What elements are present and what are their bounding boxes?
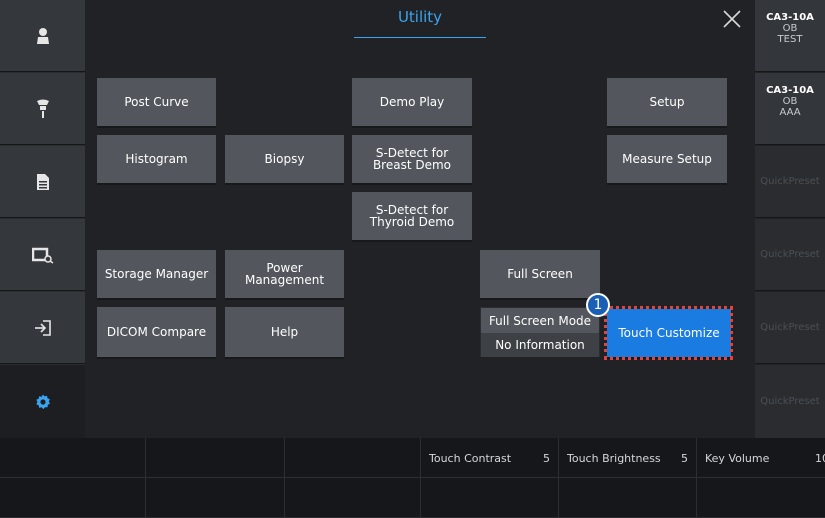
title-underline [354, 37, 486, 38]
sidebar-item-review[interactable] [0, 219, 85, 291]
utility-panel: Utility Post Curve Demo Play Setup Histo… [85, 0, 755, 438]
preset-probe: CA3-10A [766, 12, 814, 23]
sidebar-item-report[interactable] [0, 146, 85, 218]
post-curve-button[interactable]: Post Curve [97, 78, 216, 126]
preset-item[interactable]: CA3-10A OB AAA [755, 73, 825, 145]
soft-key[interactable] [421, 478, 559, 518]
quick-preset-slot[interactable]: QuickPreset [755, 146, 825, 218]
page-title: Utility [397, 8, 443, 26]
sidebar-item-patient[interactable] [0, 0, 85, 72]
full-screen-mode-value: No Information [481, 333, 599, 357]
review-icon [31, 247, 53, 264]
s-detect-breast-demo-button[interactable]: S-Detect for Breast Demo [352, 135, 472, 183]
soft-key[interactable] [285, 478, 421, 518]
touch-brightness-label: Touch Brightness [567, 452, 661, 465]
dicom-compare-button[interactable]: DICOM Compare [97, 307, 216, 357]
touch-brightness-control[interactable]: Touch Brightness 5 [559, 438, 697, 478]
soft-key[interactable] [0, 438, 146, 478]
touch-contrast-label: Touch Contrast [429, 452, 512, 465]
quick-preset-slot[interactable]: QuickPreset [755, 219, 825, 291]
preset-application: OB [782, 96, 798, 107]
quick-preset-slot[interactable]: QuickPreset [755, 365, 825, 438]
preset-name: AAA [779, 107, 801, 118]
setup-button[interactable]: Setup [607, 78, 727, 126]
step-badge: 1 [586, 293, 610, 317]
biopsy-button[interactable]: Biopsy [225, 135, 344, 183]
preset-name: TEST [777, 34, 803, 45]
preset-item[interactable]: CA3-10A OB TEST [755, 0, 825, 72]
soft-key[interactable] [697, 478, 825, 518]
key-volume-value: 10 [815, 452, 825, 465]
touch-brightness-value: 5 [681, 452, 688, 465]
s-detect-thyroid-demo-button[interactable]: S-Detect for Thyroid Demo [352, 192, 472, 240]
sidebar-item-exit[interactable] [0, 292, 85, 364]
measure-setup-button[interactable]: Measure Setup [607, 135, 727, 183]
touch-contrast-value: 5 [543, 452, 550, 465]
settings-icon [35, 394, 50, 409]
soft-key[interactable] [146, 438, 285, 478]
help-button[interactable]: Help [225, 307, 344, 357]
soft-key[interactable] [559, 478, 697, 518]
preset-probe: CA3-10A [766, 85, 814, 96]
close-icon[interactable] [721, 8, 743, 30]
quick-preset-column: CA3-10A OB TEST CA3-10A OB AAA QuickPres… [755, 0, 825, 438]
histogram-button[interactable]: Histogram [97, 135, 216, 183]
patient-icon [36, 27, 49, 44]
touch-contrast-control[interactable]: Touch Contrast 5 [421, 438, 559, 478]
storage-manager-button[interactable]: Storage Manager [97, 250, 216, 298]
full-screen-mode-control[interactable]: Full Screen Mode No Information [480, 307, 600, 357]
preset-application: OB [782, 23, 798, 34]
exit-icon [34, 319, 51, 336]
quick-preset-slot[interactable]: QuickPreset [755, 292, 825, 364]
key-volume-control[interactable]: Key Volume 10 [697, 438, 825, 478]
probe-icon [36, 99, 49, 118]
demo-play-button[interactable]: Demo Play [352, 78, 472, 126]
soft-key[interactable] [0, 478, 146, 518]
sidebar-item-settings[interactable] [0, 365, 85, 438]
sidebar-item-probe[interactable] [0, 73, 85, 145]
sidebar [0, 0, 85, 438]
full-screen-button[interactable]: Full Screen [480, 250, 600, 298]
soft-key[interactable] [146, 478, 285, 518]
report-icon [36, 173, 49, 190]
full-screen-mode-label: Full Screen Mode [481, 308, 599, 333]
bottom-control-bar: Touch Contrast 5 Touch Brightness 5 Key … [0, 438, 825, 518]
touch-customize-highlight [604, 306, 733, 360]
power-management-button[interactable]: Power Management [225, 250, 344, 298]
soft-key[interactable] [285, 438, 421, 478]
key-volume-label: Key Volume [705, 452, 770, 465]
